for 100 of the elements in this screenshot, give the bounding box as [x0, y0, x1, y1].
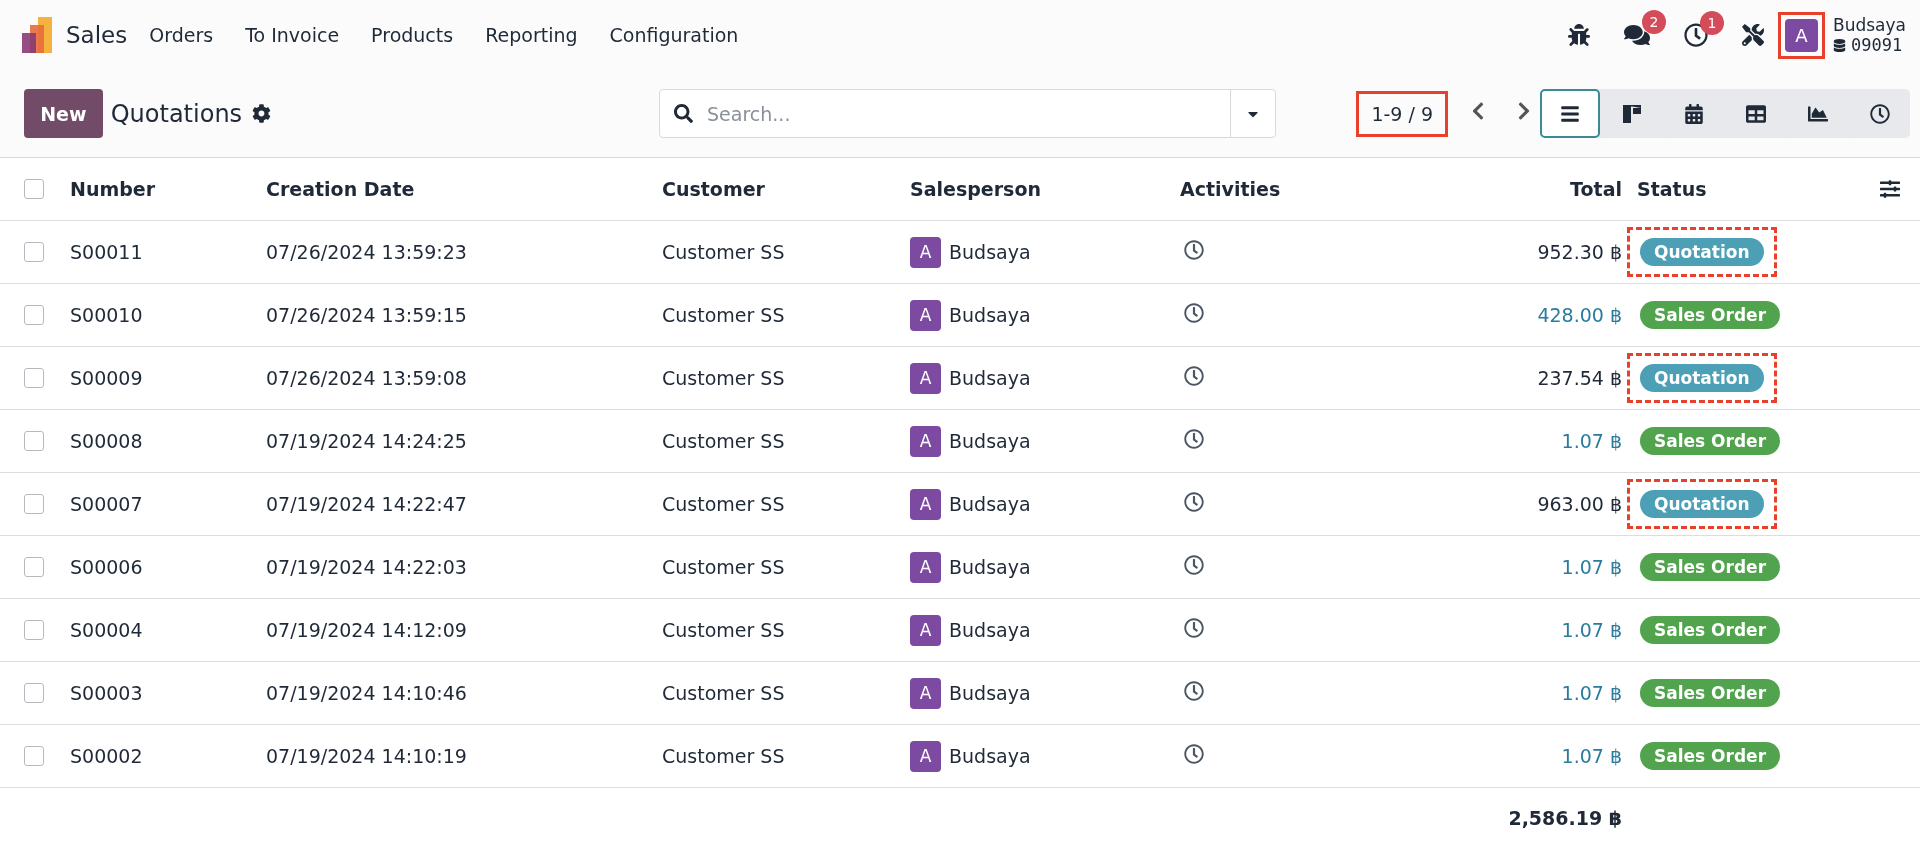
salesperson-name: Budsaya [949, 682, 1031, 704]
table-cell-text: 1.07 ฿ [1560, 682, 1623, 704]
clock-icon[interactable] [1184, 681, 1204, 701]
salesperson-name: Budsaya [949, 619, 1031, 641]
clock-icon[interactable] [1184, 429, 1204, 449]
table-cell-text: S00008 [70, 430, 144, 452]
new-button[interactable]: New [24, 89, 103, 138]
app-name[interactable]: Sales [66, 22, 128, 48]
table-cell-text: 963.00 ฿ [1536, 493, 1623, 515]
menu-item[interactable]: Reporting [485, 24, 578, 46]
salesperson-name: Budsaya [949, 493, 1031, 515]
column-header[interactable]: Status [1637, 178, 1880, 200]
notification-count: 2 [1642, 10, 1666, 34]
menu-item[interactable]: Configuration [609, 24, 739, 46]
table-cell-text: S00011 [70, 241, 144, 263]
row-checkbox[interactable] [24, 620, 44, 640]
table-cell-text: Customer SS [662, 556, 786, 578]
tools-icon[interactable] [1742, 24, 1764, 46]
clock-icon[interactable] [1184, 744, 1204, 764]
row-checkbox[interactable] [24, 494, 44, 514]
table-cell-text: 1.07 ฿ [1560, 619, 1623, 641]
status-badge: Sales Order [1640, 616, 1781, 644]
status-badge: Sales Order [1640, 427, 1781, 455]
search-field[interactable]: Search... [659, 89, 1277, 138]
table-cell-text: Customer SS [662, 745, 786, 767]
table-cell-text: S00007 [70, 493, 144, 515]
status-badge: Sales Order [1640, 679, 1781, 707]
table-cell-text: 07/26/2024 13:59:08 [266, 367, 468, 389]
clock-icon[interactable] [1184, 618, 1204, 638]
salesperson-name: Budsaya [949, 367, 1031, 389]
kanban-icon [1622, 103, 1642, 124]
pager-value[interactable]: 1-9 / 9 [1356, 90, 1448, 137]
grand-total: 2,586.19 ฿ [1507, 807, 1623, 829]
search-input[interactable]: Search... [705, 101, 1231, 126]
clock-icon[interactable] [1184, 240, 1204, 260]
user-name: Budsaya [1833, 15, 1906, 35]
clock-icon[interactable] [1684, 23, 1708, 47]
page-title: Quotations [110, 99, 243, 128]
table-cell-text: 07/19/2024 14:12:09 [266, 619, 468, 641]
menu-item[interactable]: Orders [149, 24, 214, 46]
table-cell-text: 07/19/2024 14:22:47 [266, 493, 468, 515]
user-avatar: A [910, 677, 941, 709]
table-cell-text: 1.07 ฿ [1560, 430, 1623, 452]
status-badge: Quotation [1640, 238, 1764, 266]
select-all-checkbox[interactable] [24, 179, 44, 199]
user-avatar: A [910, 425, 941, 457]
table-cell-text: Customer SS [662, 367, 786, 389]
row-checkbox[interactable] [24, 683, 44, 703]
table-cell-text: 952.30 ฿ [1536, 241, 1623, 263]
table-cell-text: Customer SS [662, 493, 786, 515]
settings-icon[interactable] [252, 104, 272, 123]
row-checkbox[interactable] [24, 368, 44, 388]
table-cell-text: 07/26/2024 13:59:15 [266, 304, 468, 326]
user-avatar: A [910, 551, 941, 583]
table-cell-text: 07/19/2024 14:24:25 [266, 430, 468, 452]
salesperson-name: Budsaya [949, 241, 1031, 263]
app-logo-icon[interactable] [22, 17, 52, 53]
row-checkbox[interactable] [24, 305, 44, 325]
table-cell-text: 1.07 ฿ [1560, 556, 1623, 578]
clock-icon[interactable] [1184, 555, 1204, 575]
user-avatar: A [910, 614, 941, 646]
chat-icon[interactable] [1624, 22, 1650, 48]
menu-item[interactable]: Products [371, 24, 454, 46]
column-header[interactable]: Creation Date [266, 178, 662, 200]
user-avatar: A [910, 299, 941, 331]
row-checkbox[interactable] [24, 557, 44, 577]
clock-icon[interactable] [1184, 366, 1204, 386]
column-header[interactable]: Salesperson [910, 178, 1180, 200]
table-cell-text: S00006 [70, 556, 144, 578]
salesperson-name: Budsaya [949, 745, 1031, 767]
column-header[interactable]: Number [70, 178, 266, 200]
table-cell-text: S00009 [70, 367, 144, 389]
notification-count: 1 [1700, 11, 1724, 35]
salesperson-name: Budsaya [949, 556, 1031, 578]
user-avatar: A [910, 740, 941, 772]
menu-item[interactable]: To Invoice [245, 24, 340, 46]
sliders-icon[interactable] [1880, 179, 1900, 199]
table-cell-text: Customer SS [662, 619, 786, 641]
bug-icon[interactable] [1568, 24, 1590, 46]
user-avatar: A [910, 236, 941, 268]
column-header[interactable]: Total [1350, 178, 1637, 200]
user-avatar: A [910, 362, 941, 394]
table-cell-text: 428.00 ฿ [1536, 304, 1623, 326]
column-header[interactable]: Activities [1180, 178, 1350, 200]
status-badge: Sales Order [1640, 553, 1781, 581]
table-cell-text: 237.54 ฿ [1536, 367, 1623, 389]
table-cell-text: Customer SS [662, 304, 786, 326]
view-switch-button[interactable] [1540, 89, 1600, 138]
table-cell-text: 07/19/2024 14:10:46 [266, 682, 468, 704]
salesperson-name: Budsaya [949, 430, 1031, 452]
list-icon [1560, 103, 1580, 124]
row-checkbox[interactable] [24, 242, 44, 262]
row-checkbox[interactable] [24, 746, 44, 766]
row-checkbox[interactable] [24, 431, 44, 451]
table-cell-text: 07/26/2024 13:59:23 [266, 241, 468, 263]
clock-icon[interactable] [1184, 492, 1204, 512]
user-avatar[interactable]: A [1785, 18, 1818, 52]
column-header[interactable]: Customer [662, 178, 910, 200]
table-cell-text: S00003 [70, 682, 144, 704]
clock-icon[interactable] [1184, 303, 1204, 323]
